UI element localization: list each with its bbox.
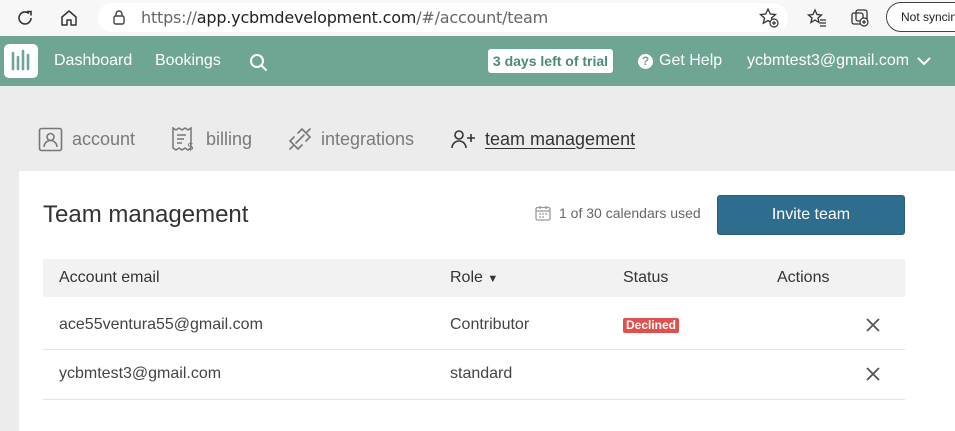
table-row: ace55ventura55@gmail.com Contributor Dec… <box>43 297 905 350</box>
tab-billing-label: billing <box>206 128 253 149</box>
calendars-used: 1 of 30 calendars used <box>535 205 701 221</box>
nav-dashboard[interactable]: Dashboard <box>54 52 132 70</box>
billing-icon: $ <box>172 126 194 152</box>
tab-account-label: account <box>72 128 136 149</box>
url-text: https://app.ycbmdevelopment.com/#/accoun… <box>141 8 549 27</box>
get-help-link[interactable]: ? Get Help <box>638 52 722 70</box>
team-table: Account email Role ▼ Status Actions ace5… <box>43 259 905 400</box>
close-icon[interactable] <box>865 317 881 333</box>
integrations-icon <box>288 127 312 151</box>
svg-text:$: $ <box>187 140 194 152</box>
calendars-used-text: 1 of 30 calendars used <box>559 205 701 221</box>
tab-billing[interactable]: $ billing <box>171 126 252 152</box>
tab-account[interactable]: account <box>38 126 135 152</box>
tab-integrations-label: integrations <box>321 128 415 149</box>
chevron-down-icon[interactable] <box>917 56 931 66</box>
row-role: Contributor <box>450 316 530 333</box>
favorite-add-icon[interactable] <box>758 7 780 29</box>
favorites-icon <box>807 8 826 27</box>
collections-button[interactable] <box>846 4 874 32</box>
invite-team-button[interactable]: Invite team <box>717 195 905 235</box>
help-icon: ? <box>638 53 653 69</box>
user-menu[interactable]: ycbmtest3@gmail.com <box>747 52 909 70</box>
trial-badge[interactable]: 3 days left of trial <box>488 49 613 73</box>
get-help-label: Get Help <box>659 52 723 69</box>
reload-icon <box>18 10 32 25</box>
home-icon <box>61 10 77 26</box>
home-button[interactable] <box>55 4 83 32</box>
page-title: Team management <box>43 201 249 228</box>
tab-integrations[interactable]: integrations <box>288 126 414 152</box>
add-user-icon <box>451 130 475 149</box>
reload-button[interactable] <box>11 4 39 32</box>
tab-team-management[interactable]: team management <box>451 126 635 152</box>
profile-sync-button[interactable]: Not syncing <box>886 2 955 32</box>
tab-team-management-label: team management <box>485 128 636 149</box>
search-icon[interactable] <box>249 53 268 72</box>
column-actions: Actions <box>777 269 830 286</box>
team-management-card: Team management 1 of 30 calendars used I… <box>19 171 955 431</box>
favorites-button[interactable] <box>803 4 831 32</box>
column-status: Status <box>623 269 669 286</box>
account-icon <box>38 127 63 151</box>
sort-down-icon: ▼ <box>487 273 499 285</box>
table-row: ycbmtest3@gmail.com standard <box>43 350 905 400</box>
table-header: Account email Role ▼ Status Actions <box>43 259 905 297</box>
collections-icon <box>851 9 869 27</box>
lock-icon <box>113 10 125 25</box>
logo-icon <box>11 49 30 71</box>
nav-bookings[interactable]: Bookings <box>155 52 221 70</box>
app-header: Dashboard Bookings 3 days left of trial … <box>0 36 955 86</box>
app-logo[interactable] <box>4 44 38 78</box>
row-role: standard <box>450 365 513 382</box>
calendar-icon <box>535 206 551 221</box>
address-bar[interactable]: https://app.ycbmdevelopment.com/#/accoun… <box>98 3 788 32</box>
browser-toolbar: https://app.ycbmdevelopment.com/#/accoun… <box>0 0 955 36</box>
column-account-email: Account email <box>59 269 160 286</box>
column-role[interactable]: Role ▼ <box>450 269 498 287</box>
close-icon[interactable] <box>865 366 881 382</box>
row-email: ace55ventura55@gmail.com <box>59 316 263 333</box>
status-badge: Declined <box>623 318 680 333</box>
row-email: ycbmtest3@gmail.com <box>59 365 222 382</box>
